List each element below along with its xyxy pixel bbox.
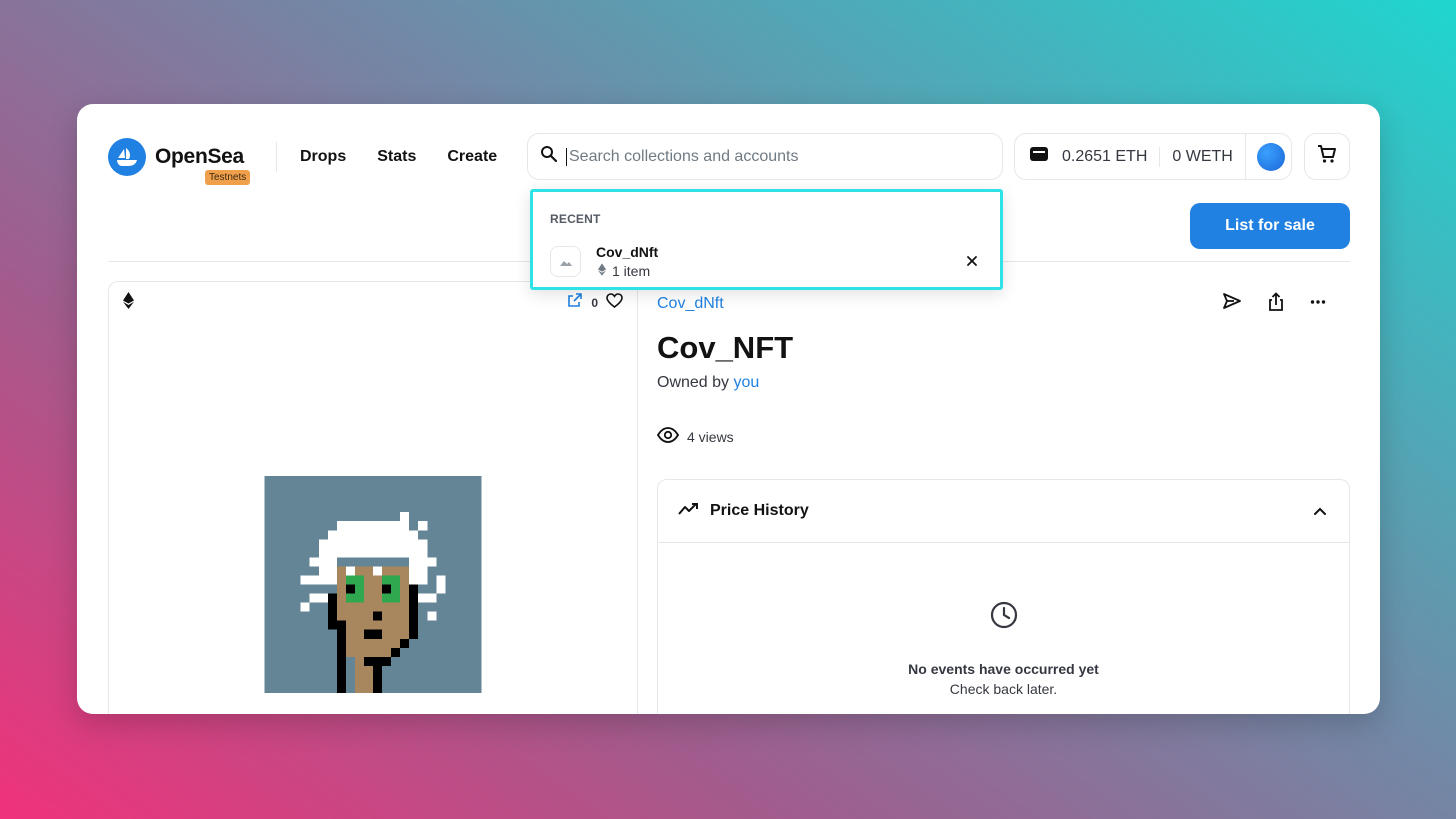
eth-balance: 0.2651 ETH (1062, 147, 1148, 165)
recent-item-meta: 1 item (598, 263, 650, 279)
nav-stats[interactable]: Stats (377, 148, 416, 166)
trending-icon (678, 502, 700, 521)
empty-state-subtitle: Check back later. (949, 681, 1058, 697)
list-for-sale-button[interactable]: List for sale (1190, 203, 1350, 249)
empty-state-title: No events have occurred yet (908, 661, 1099, 677)
browser-window: OpenSea Testnets Drops Stats Create 0.26… (77, 104, 1380, 714)
close-icon[interactable] (966, 254, 978, 272)
price-history-body: No events have occurred yet Check back l… (658, 543, 1349, 714)
search-icon (540, 145, 558, 168)
media-actions: 0 (567, 292, 623, 313)
owned-by-label: Owned by (657, 374, 730, 391)
profile-avatar[interactable] (1256, 142, 1285, 171)
views-label: 4 views (687, 428, 734, 445)
wallet-divider (1159, 146, 1161, 167)
chevron-up-icon[interactable] (1313, 503, 1327, 521)
collection-link[interactable]: Cov_dNft (657, 295, 724, 313)
favorite-count: 0 (591, 295, 598, 310)
search-input[interactable] (566, 147, 966, 166)
ethereum-icon (598, 263, 606, 279)
recent-section-label: RECENT (550, 212, 601, 226)
wallet-divider (1244, 134, 1246, 179)
image-placeholder-icon (559, 253, 572, 271)
external-link-icon[interactable] (567, 292, 583, 313)
main-nav: Drops Stats Create (300, 148, 497, 166)
view-count: 4 views (656, 427, 734, 446)
nft-title: Cov_NFT (657, 330, 794, 365)
nav-divider (276, 142, 277, 172)
recent-item-count: 1 item (612, 263, 651, 279)
recent-item-name: Cov_dNft (596, 244, 659, 260)
clock-icon (989, 600, 1019, 635)
heart-icon[interactable] (606, 292, 623, 313)
weth-balance: 0 WETH (1172, 147, 1233, 165)
brand-name: OpenSea (155, 145, 244, 168)
nft-image[interactable] (264, 476, 482, 698)
nav-drops[interactable]: Drops (300, 148, 346, 166)
search-dropdown: RECENT Cov_dNft 1 item (530, 189, 1003, 290)
wallet-icon (1029, 146, 1049, 167)
owner-line: Owned by you (657, 374, 759, 392)
owner-link[interactable]: you (734, 374, 760, 391)
more-options-icon[interactable] (1310, 292, 1326, 317)
price-history-panel: Price History No events have occurred ye… (657, 479, 1350, 714)
testnets-badge: Testnets (205, 170, 251, 185)
price-history-header[interactable]: Price History (658, 480, 1349, 543)
share-icon[interactable] (1268, 292, 1284, 317)
item-actions (1222, 292, 1326, 317)
recent-search-item[interactable]: Cov_dNft 1 item (550, 244, 986, 280)
price-history-title: Price History (710, 502, 809, 519)
nav-create[interactable]: Create (447, 148, 497, 166)
cart-icon (1316, 143, 1338, 170)
collection-thumbnail (550, 246, 581, 277)
wallet-balance[interactable]: 0.2651 ETH 0 WETH (1014, 133, 1292, 180)
eye-icon (656, 427, 680, 446)
transfer-icon[interactable] (1222, 292, 1242, 317)
cart-button[interactable] (1304, 133, 1350, 180)
nft-media-panel: 0 (108, 281, 638, 714)
opensea-boat-icon (108, 138, 146, 176)
search-bar[interactable] (527, 133, 1003, 180)
ethereum-icon (123, 292, 134, 314)
